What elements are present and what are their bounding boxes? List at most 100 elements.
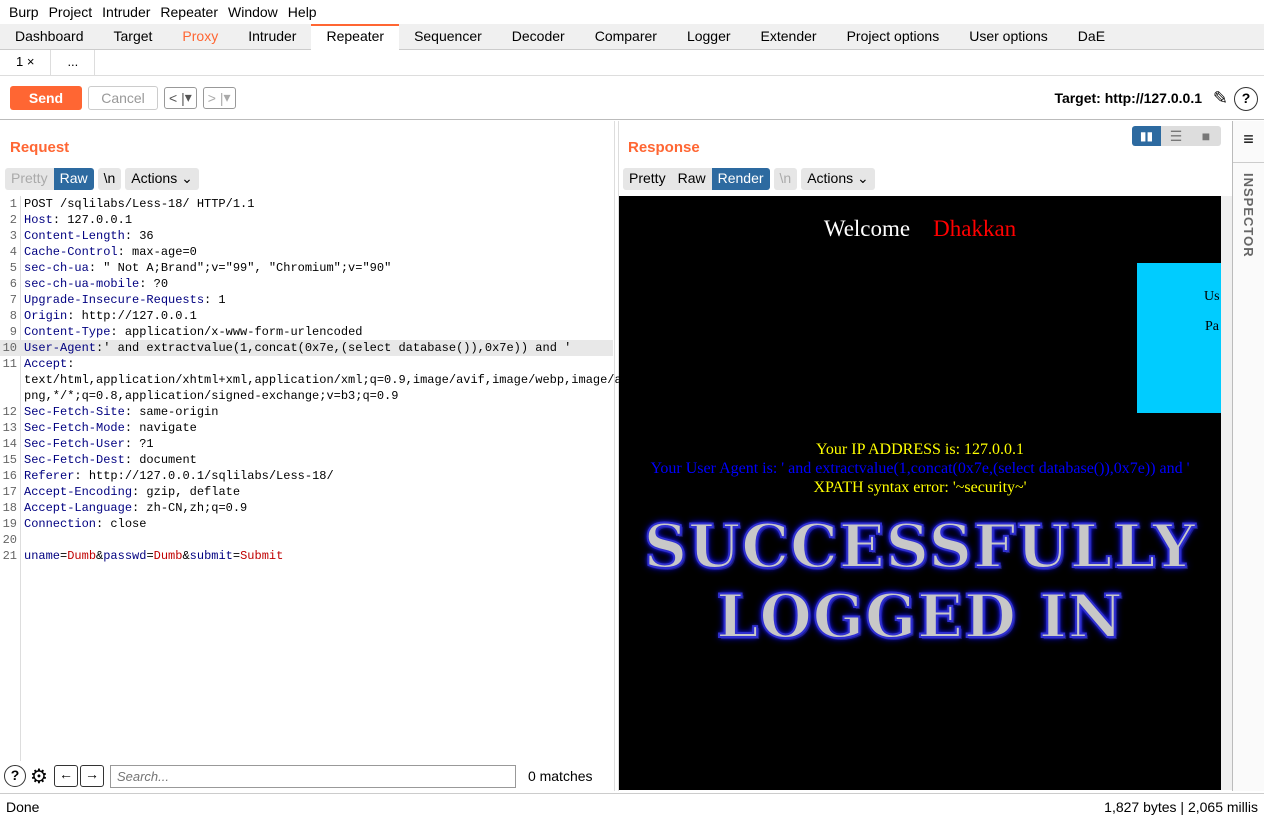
tab-user-options[interactable]: User options	[954, 24, 1063, 50]
help-icon[interactable]: ?	[1234, 87, 1258, 111]
header-name: Sec-Fetch-Mode	[24, 421, 125, 435]
request-line[interactable]: 9 Content-Type: application/x-www-form-ur…	[0, 324, 613, 340]
header-value: " Not A;Brand";v="99", "Chromium";v="90"	[96, 261, 392, 275]
request-line[interactable]: 17 Accept-Encoding: gzip, deflate	[0, 484, 613, 500]
layout-stacked-icon[interactable]: ☰	[1161, 126, 1191, 146]
request-line[interactable]: 3 Content-Length: 36	[0, 228, 613, 244]
tab-dashboard[interactable]: Dashboard	[0, 24, 99, 50]
tab-intruder[interactable]: Intruder	[233, 24, 311, 50]
line-number: 12	[2, 405, 17, 419]
search-input[interactable]	[109, 764, 516, 788]
request-pretty-tab[interactable]: Pretty	[5, 168, 54, 190]
response-actions-button[interactable]: Actions ⌄	[801, 168, 875, 190]
request-line[interactable]: 2 Host: 127.0.0.1	[0, 212, 613, 228]
request-raw-tab[interactable]: Raw	[53, 168, 94, 190]
help-icon[interactable]: ?	[4, 765, 26, 787]
tab-project-options[interactable]: Project options	[832, 24, 955, 50]
tab-sequencer[interactable]: Sequencer	[399, 24, 497, 50]
line-text: Sec-Fetch-Mode: navigate	[24, 421, 197, 435]
line-number: 8	[9, 309, 17, 323]
search-bar: ? ⚙ ← → 0 matches	[0, 761, 613, 791]
tab-target[interactable]: Target	[99, 24, 168, 50]
cancel-button[interactable]: Cancel	[88, 85, 158, 110]
tab-logger[interactable]: Logger	[672, 24, 746, 50]
tab-dae[interactable]: DaE	[1063, 24, 1120, 50]
line-number: 9	[9, 325, 17, 339]
request-line[interactable]: 14 Sec-Fetch-User: ?1	[0, 436, 613, 452]
request-line[interactable]: 12 Sec-Fetch-Site: same-origin	[0, 404, 613, 420]
response-stats: 1,827 bytes | 2,065 millis	[1104, 798, 1258, 815]
request-line[interactable]: 15 Sec-Fetch-Dest: document	[0, 452, 613, 468]
inspector-tab[interactable]: INSPECTOR	[1241, 173, 1256, 258]
response-scrollbar[interactable]	[1221, 196, 1232, 790]
actions-label: Actions	[807, 170, 854, 186]
response-pretty-tab[interactable]: Pretty	[623, 168, 672, 190]
param-value: Dumb	[67, 549, 97, 563]
request-line[interactable]: 19 Connection: close	[0, 516, 613, 532]
menu-repeater[interactable]: Repeater	[155, 4, 223, 20]
dropdown-icon[interactable]: ▾	[185, 89, 192, 106]
request-line[interactable]: 20	[0, 532, 613, 548]
header-name: Cache-Control	[24, 245, 118, 259]
line-text: sec-ch-ua-mobile: ?0	[24, 277, 169, 291]
response-newline-toggle[interactable]: \n	[773, 168, 798, 190]
tab-extender[interactable]: Extender	[746, 24, 832, 50]
request-view-controls: Pretty Raw \n Actions ⌄	[5, 168, 203, 190]
history-forward-button[interactable]: > | ▾	[202, 86, 236, 109]
tab-comparer[interactable]: Comparer	[580, 24, 672, 50]
request-line[interactable]: 5 sec-ch-ua: " Not A;Brand";v="99", "Chro…	[0, 260, 613, 276]
request-newline-toggle[interactable]: \n	[97, 168, 122, 190]
header-name: Upgrade-Insecure-Requests	[24, 293, 205, 307]
request-line[interactable]: 7 Upgrade-Insecure-Requests: 1	[0, 292, 613, 308]
response-raw-tab[interactable]: Raw	[671, 168, 712, 190]
settings-gear-icon[interactable]: ⚙	[30, 764, 48, 789]
dropdown-icon[interactable]: ▾	[223, 89, 230, 106]
menu-help[interactable]: Help	[283, 4, 322, 20]
tab-proxy[interactable]: Proxy	[167, 24, 233, 50]
line-number: 11	[2, 357, 17, 371]
request-line[interactable]: 6 sec-ch-ua-mobile: ?0	[0, 276, 613, 292]
password-label: Pa	[1205, 319, 1219, 334]
menu-window[interactable]: Window	[223, 4, 283, 20]
request-line[interactable]: 4 Cache-Control: max-age=0	[0, 244, 613, 260]
repeater-tab-1[interactable]: 1 ×	[0, 50, 52, 75]
tab-repeater[interactable]: Repeater	[311, 24, 400, 50]
history-back-button[interactable]: < | ▾	[164, 86, 197, 109]
line-number: 14	[2, 437, 17, 451]
layout-single-icon[interactable]: ■	[1191, 126, 1221, 146]
header-value: application/x-www-form-urlencoded	[117, 325, 363, 339]
line-text: text/html,application/xhtml+xml,applicat…	[24, 372, 622, 388]
menu-project[interactable]: Project	[44, 4, 98, 20]
request-actions-button[interactable]: Actions ⌄	[125, 168, 199, 190]
next-match-button[interactable]: →	[79, 765, 104, 787]
rendered-response: Welcome Dhakkan Us Pa Your IP ADDRESS is…	[619, 196, 1221, 790]
line-number: 18	[2, 501, 17, 515]
request-line[interactable]: 1 POST /sqlilabs/Less-18/ HTTP/1.1	[0, 196, 613, 212]
inspector-menu-icon[interactable]: ≡	[1233, 129, 1264, 163]
send-button[interactable]: Send	[10, 85, 82, 110]
request-line[interactable]: 16 Referer: http://127.0.0.1/sqlilabs/Les…	[0, 468, 613, 484]
request-line[interactable]: 10 User-Agent:' and extractvalue(1,concat…	[0, 340, 613, 356]
request-line[interactable]: png,*/*;q=0.8,application/signed-exchang…	[0, 388, 613, 404]
request-line[interactable]: 13 Sec-Fetch-Mode: navigate	[0, 420, 613, 436]
param-name: uname	[24, 549, 61, 563]
menu-intruder[interactable]: Intruder	[97, 4, 155, 20]
request-line[interactable]: text/html,application/xhtml+xml,applicat…	[0, 372, 622, 388]
response-render-tab[interactable]: Render	[711, 168, 770, 190]
request-line[interactable]: 21 uname=Dumb&passwd=Dumb&submit=Submit	[0, 548, 613, 564]
line-text: Referer: http://127.0.0.1/sqlilabs/Less-…	[24, 469, 334, 483]
request-line[interactable]: 11 Accept:	[0, 356, 613, 372]
menu-burp[interactable]: Burp	[4, 4, 44, 20]
header-value: 36	[132, 229, 154, 243]
request-line[interactable]: 18 Accept-Language: zh-CN,zh;q=0.9	[0, 500, 613, 516]
header-name: Accept	[24, 357, 68, 371]
request-editor[interactable]: 1 POST /sqlilabs/Less-18/ HTTP/1.1 2 Host: …	[0, 196, 622, 761]
line-number: 2	[9, 213, 17, 227]
layout-split-icon[interactable]: ▮▮	[1132, 126, 1161, 146]
previous-match-button[interactable]: ←	[53, 765, 78, 787]
edit-target-icon[interactable]: ✎	[1213, 88, 1228, 109]
repeater-tab-new[interactable]: ...	[51, 50, 96, 75]
line-text: png,*/*;q=0.8,application/signed-exchang…	[24, 388, 398, 404]
request-line[interactable]: 8 Origin: http://127.0.0.1	[0, 308, 613, 324]
tab-decoder[interactable]: Decoder	[497, 24, 580, 50]
